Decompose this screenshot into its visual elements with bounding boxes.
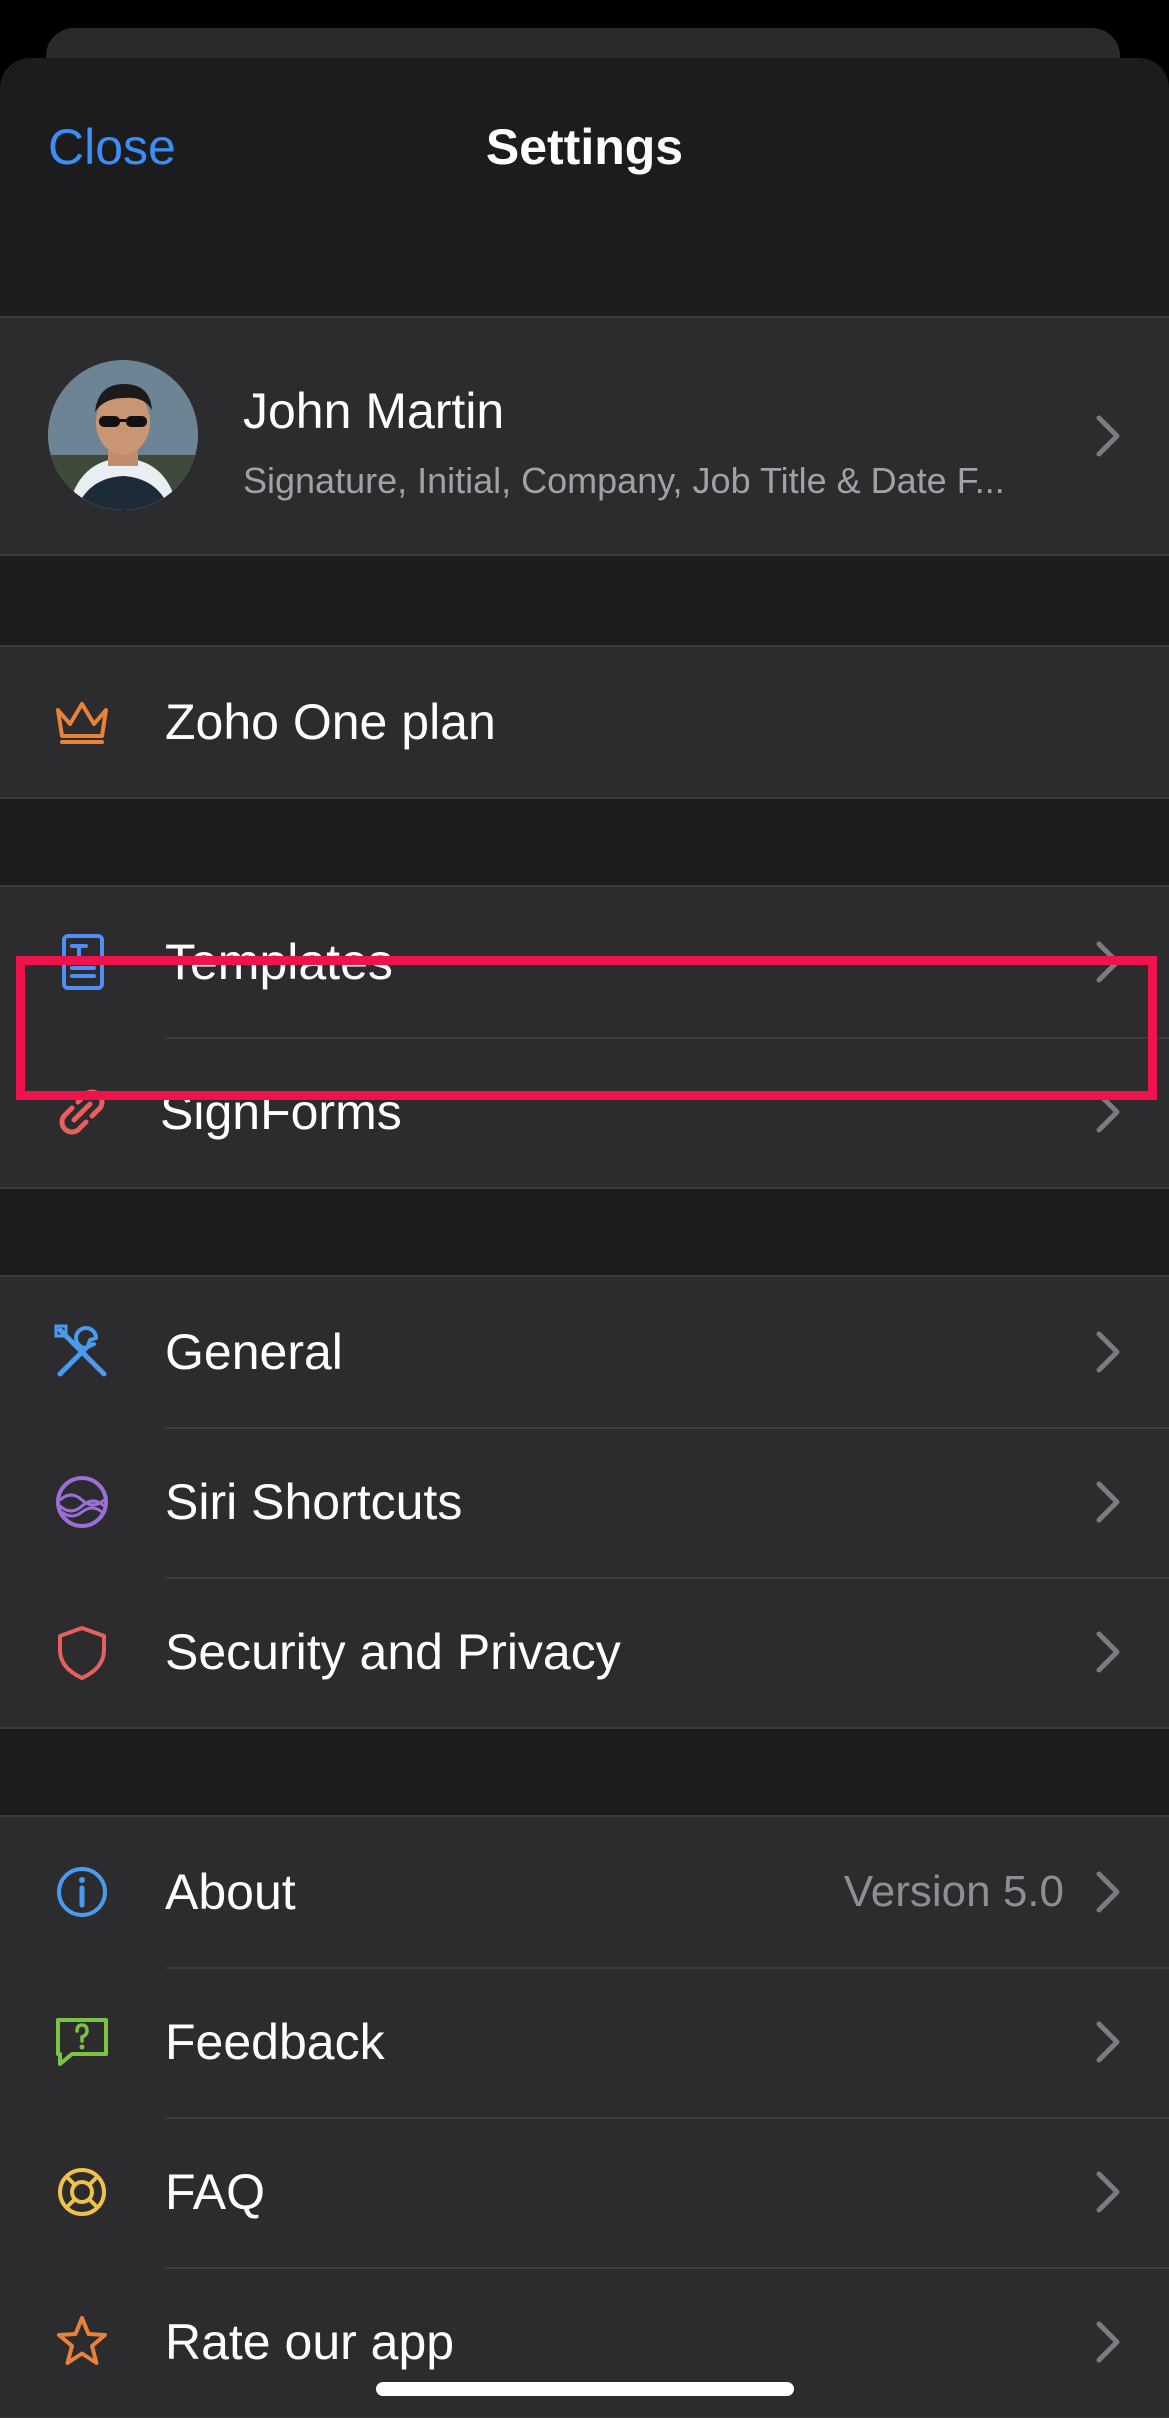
plan-row[interactable]: Zoho One plan xyxy=(0,647,1169,797)
sidebar-item-about[interactable]: About Version 5.0 xyxy=(0,1817,1169,1967)
plan-label: Zoho One plan xyxy=(165,694,496,750)
plan-group: Zoho One plan xyxy=(0,645,1169,799)
sidebar-item-faq[interactable]: FAQ xyxy=(0,2117,1169,2267)
link-icon xyxy=(50,1080,114,1144)
shield-icon xyxy=(50,1620,114,1684)
star-icon xyxy=(50,2310,114,2374)
version-value: Version 5.0 xyxy=(843,1867,1064,1916)
general-group: General Siri Shortcuts Security and Priv… xyxy=(0,1275,1169,1729)
about-group: About Version 5.0 Feedback FAQ Rate our … xyxy=(0,1815,1169,2418)
chevron-right-icon xyxy=(1093,1328,1123,1376)
lifebuoy-icon xyxy=(50,2160,114,2224)
avatar xyxy=(48,360,198,510)
sidebar-item-siri-shortcuts[interactable]: Siri Shortcuts xyxy=(0,1427,1169,1577)
rate-app-label: Rate our app xyxy=(165,2314,455,2370)
sidebar-item-signforms[interactable]: SignForms xyxy=(0,1037,1169,1187)
siri-shortcuts-label: Siri Shortcuts xyxy=(165,1474,463,1530)
profile-row[interactable]: John Martin Signature, Initial, Company,… xyxy=(0,318,1169,554)
profile-group: John Martin Signature, Initial, Company,… xyxy=(0,316,1169,556)
sidebar-item-templates[interactable]: Templates xyxy=(0,887,1169,1037)
chevron-right-icon xyxy=(1093,938,1123,986)
chevron-right-icon xyxy=(1093,2168,1123,2216)
info-icon xyxy=(50,1860,114,1924)
profile-name: John Martin xyxy=(243,383,505,439)
chevron-right-icon xyxy=(1093,1868,1123,1916)
page-title: Settings xyxy=(485,119,684,175)
signforms-label: SignForms xyxy=(160,1084,402,1140)
sidebar-item-general[interactable]: General xyxy=(0,1277,1169,1427)
feedback-icon xyxy=(50,2010,114,2074)
sidebar-item-security[interactable]: Security and Privacy xyxy=(0,1577,1169,1727)
templates-group: Templates SignForms xyxy=(0,885,1169,1189)
chevron-right-icon xyxy=(1093,1088,1123,1136)
nav-bar: Close Settings xyxy=(0,58,1169,316)
chevron-right-icon xyxy=(1093,1478,1123,1526)
templates-label: Templates xyxy=(165,934,393,990)
tools-icon xyxy=(50,1320,114,1384)
profile-subtitle: Signature, Initial, Company, Job Title &… xyxy=(243,460,1005,501)
feedback-label: Feedback xyxy=(165,2014,385,2070)
security-label: Security and Privacy xyxy=(165,1624,621,1680)
siri-icon xyxy=(50,1470,114,1534)
chevron-right-icon xyxy=(1093,412,1123,460)
chevron-right-icon xyxy=(1093,2018,1123,2066)
template-icon xyxy=(50,930,114,994)
crown-icon xyxy=(50,690,114,754)
settings-sheet: Close Settings John Martin Signature, In… xyxy=(0,58,1169,2418)
sidebar-item-feedback[interactable]: Feedback xyxy=(0,1967,1169,2117)
general-label: General xyxy=(165,1324,343,1380)
about-label: About xyxy=(165,1864,296,1920)
faq-label: FAQ xyxy=(165,2164,266,2220)
chevron-right-icon xyxy=(1093,2318,1123,2366)
chevron-right-icon xyxy=(1093,1628,1123,1676)
home-indicator[interactable] xyxy=(376,2382,794,2396)
